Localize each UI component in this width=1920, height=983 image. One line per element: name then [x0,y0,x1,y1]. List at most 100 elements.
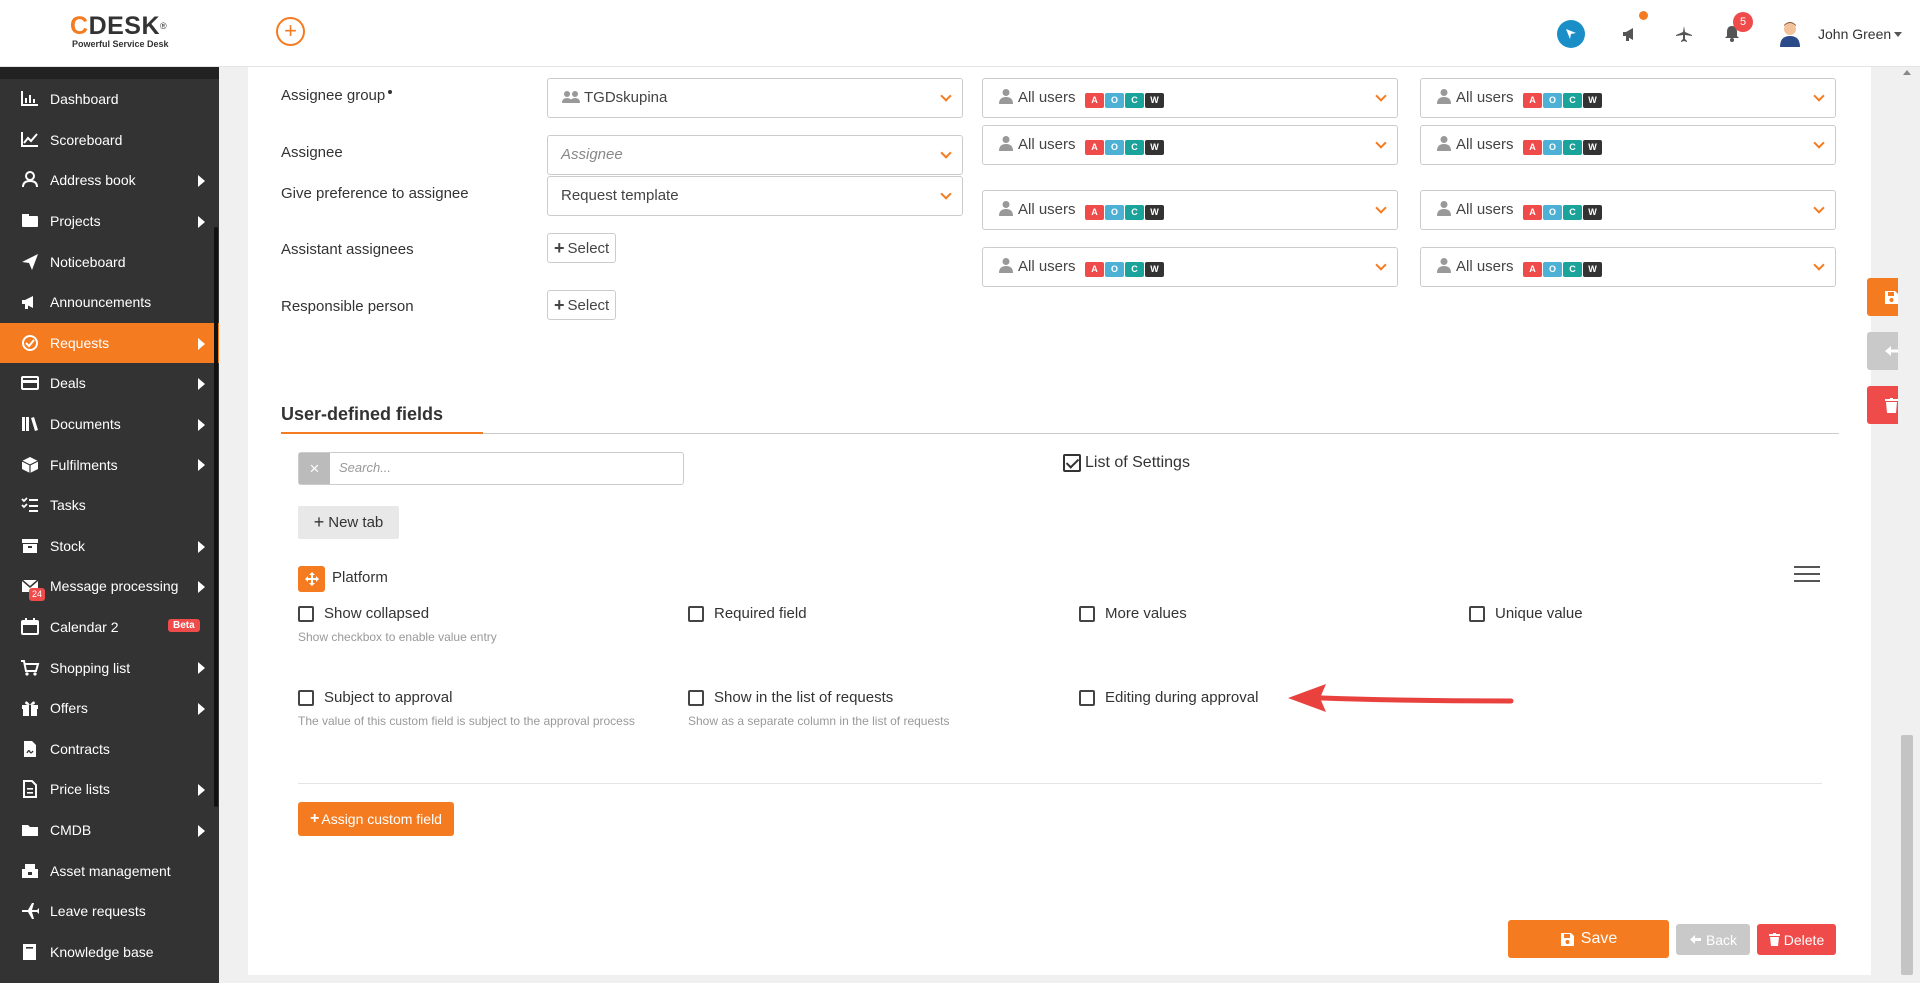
assignee-group-visibility-select-2[interactable]: All users A O C W [1420,78,1836,118]
scroll-up-icon[interactable] [1903,70,1911,75]
person-icon [999,257,1013,277]
option-editing-during-approval: Editing during approval [1079,689,1258,706]
chip-w: W [1145,262,1164,277]
chip-o: O [1543,205,1562,220]
delete-button[interactable]: Delete [1757,924,1836,955]
menu-icon[interactable] [1794,566,1820,587]
sidebar-item-price-lists[interactable]: Price lists [0,769,219,810]
chevron-right-icon[interactable] [198,581,205,594]
chip-c: C [1125,93,1144,108]
responsible-person-visibility-select-1[interactable]: All users A O C W [982,247,1398,287]
sidebar-item-dashboard[interactable]: Dashboard [0,79,219,120]
editing-during-approval-checkbox[interactable] [1079,689,1095,706]
sidebar-item-label: Address book [50,172,136,189]
avatar[interactable] [1777,20,1803,48]
save-button[interactable]: Save [1508,920,1669,958]
sidebar-item-message-processing[interactable]: Message processing 24 [0,566,219,607]
chip-c: C [1563,205,1582,220]
responsible-person-visibility-select-2[interactable]: All users A O C W [1420,247,1836,287]
assignee-group-select[interactable]: TGDskupina [547,78,963,118]
subject-to-approval-checkbox[interactable] [298,689,314,706]
sidebar-item-asset-management[interactable]: Asset management [0,850,219,891]
person-icon [1437,88,1451,108]
sidebar-item-calendar-2[interactable]: Calendar 2 Beta [0,607,219,648]
assignee-group-visibility-select-1[interactable]: All users A O C W [982,78,1398,118]
chevron-right-icon[interactable] [198,337,205,350]
sidebar-item-cmdb[interactable]: CMDB [0,810,219,851]
assistant-assignees-visibility-select-1[interactable]: All users A O C W [982,190,1398,230]
sidebar-item-label: Documents [50,416,121,433]
page-scrollbar-thumb[interactable] [1901,735,1913,975]
list-of-settings-checkbox[interactable]: List of Settings [1063,454,1190,472]
show-in-list-checkbox[interactable] [688,689,704,706]
sidebar-item-announcements[interactable]: Announcements [0,282,219,323]
card-icon [18,373,42,393]
assign-custom-field-button[interactable]: + Assign custom field [298,802,454,836]
assignee-visibility-select-1[interactable]: All users A O C W [982,125,1398,165]
user-name[interactable]: John Green [1818,26,1891,42]
plane-icon[interactable] [1670,20,1698,48]
chevron-right-icon[interactable] [198,175,205,188]
move-icon[interactable] [298,566,325,592]
assignee-visibility-select-2[interactable]: All users A O C W [1420,125,1836,165]
sidebar-item-offers[interactable]: Offers [0,688,219,729]
sidebar-item-label: Offers [50,700,88,717]
sidebar-item-label: Noticeboard [50,253,126,270]
sidebar-item-fulfilments[interactable]: Fulfilments [0,444,219,485]
search-input[interactable] [339,460,669,475]
sidebar-item-knowledge-base[interactable]: Knowledge base [0,931,219,972]
sidebar-item-label: Projects [50,213,101,230]
option-required-field: Required field [688,605,807,622]
assistant-assignees-visibility-select-2[interactable]: All users A O C W [1420,190,1836,230]
main-panel: Assignee group TGDskupina Assignee Assig… [248,67,1871,975]
chevron-right-icon[interactable] [198,702,205,715]
chevron-down-icon [1813,259,1825,271]
chevron-right-icon[interactable] [198,378,205,391]
chevron-right-icon[interactable] [198,418,205,431]
chevron-down-icon [1375,202,1387,214]
chevron-right-icon[interactable] [198,662,205,675]
preference-select[interactable]: Request template [547,176,963,216]
assignee-label: Assignee [281,144,343,161]
megaphone-icon[interactable] [1617,20,1645,48]
chip-c: C [1563,140,1582,155]
sidebar-item-contracts[interactable]: Contracts [0,729,219,770]
sidebar-item-documents[interactable]: Documents [0,404,219,445]
new-tab-button[interactable]: + New tab [298,506,399,539]
sidebar-item-deals[interactable]: Deals [0,363,219,404]
chevron-right-icon[interactable] [198,215,205,228]
trash-icon [1768,933,1780,946]
more-values-checkbox[interactable] [1079,605,1095,622]
sidebar-item-requests[interactable]: Requests [0,322,219,364]
field-search[interactable]: × [298,452,684,485]
chevron-right-icon[interactable] [198,540,205,553]
responsible-select-button[interactable]: + Select [547,290,617,320]
show-collapsed-checkbox[interactable] [298,605,314,622]
sidebar-item-shopping-list[interactable]: Shopping list [0,647,219,688]
chip-c: C [1125,262,1144,277]
assistant-select-button[interactable]: + Select [547,233,617,263]
chevron-down-icon[interactable] [1894,32,1902,37]
sidebar-scrollbar[interactable] [214,227,218,807]
chevron-right-icon[interactable] [198,459,205,472]
back-button[interactable]: Back [1676,924,1750,955]
unique-value-checkbox[interactable] [1469,605,1485,622]
sidebar-item-stock[interactable]: Stock [0,526,219,567]
sidebar-item-label: Price lists [50,781,110,798]
cursor-icon[interactable] [1557,20,1585,48]
close-icon[interactable]: × [299,453,330,484]
checkbox-checked-icon[interactable] [1063,454,1081,472]
chevron-right-icon[interactable] [198,784,205,797]
cdesk-logo[interactable]: CDESK® Powerful Service Desk [70,13,190,49]
sidebar-item-projects[interactable]: Projects [0,201,219,242]
quick-add-button[interactable]: + [276,17,305,46]
sidebar-item-tasks[interactable]: Tasks [0,485,219,526]
sidebar-item-address-book[interactable]: Address book [0,160,219,201]
chevron-right-icon[interactable] [198,824,205,837]
sidebar-item-label: Stock [50,537,86,554]
sidebar-item-scoreboard[interactable]: Scoreboard [0,120,219,161]
required-field-checkbox[interactable] [688,605,704,622]
sidebar-item-noticeboard[interactable]: Noticeboard [0,241,219,282]
assignee-select[interactable]: Assignee [547,135,963,175]
sidebar-item-leave-requests[interactable]: Leave requests [0,891,219,932]
